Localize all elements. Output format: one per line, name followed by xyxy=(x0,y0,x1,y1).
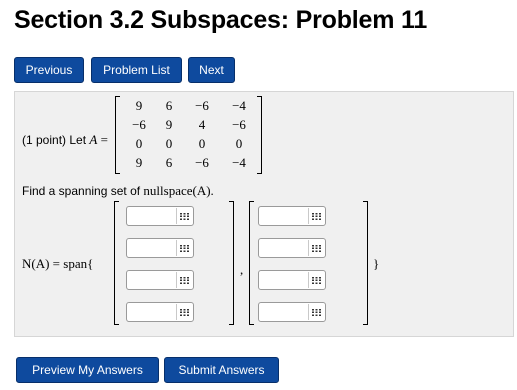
vector-2-entry-3[interactable] xyxy=(258,270,326,290)
matrix-grid-icon[interactable] xyxy=(176,272,192,288)
matrix-cell: 4 xyxy=(198,117,206,132)
matrix-right-bracket xyxy=(257,96,262,174)
matrix-cell: −6 xyxy=(195,155,209,170)
question-text: Find a spanning set of xyxy=(22,184,144,198)
vector-1-left-bracket xyxy=(114,201,119,325)
matrix-cell: −4 xyxy=(232,155,246,170)
previous-button[interactable]: Previous xyxy=(14,57,84,83)
matrix-cell: 0 xyxy=(135,136,143,151)
matrix-grid-icon[interactable] xyxy=(176,208,192,224)
matrix-cell: 9 xyxy=(135,155,143,170)
vector-2-left-bracket xyxy=(249,201,254,325)
next-button[interactable]: Next xyxy=(188,57,235,83)
matrix-cell: 9 xyxy=(165,117,173,132)
page-title: Section 3.2 Subspaces: Problem 11 xyxy=(14,6,428,34)
matrix-grid-icon[interactable] xyxy=(176,240,192,256)
vector-2-entry-2[interactable] xyxy=(258,238,326,258)
matrix-cell: 0 xyxy=(198,136,206,151)
problem-prefix: (1 point) Let xyxy=(22,133,90,147)
matrix-grid-icon[interactable] xyxy=(176,304,192,320)
matrix-cell: 6 xyxy=(165,98,173,113)
preview-answers-button[interactable]: Preview My Answers xyxy=(16,357,159,383)
matrix-cell: −6 xyxy=(195,98,209,113)
matrix-grid-icon[interactable] xyxy=(308,240,324,256)
vector-1-entry-3[interactable] xyxy=(126,270,194,290)
matrix-cell: 0 xyxy=(235,136,243,151)
matrix-cell: −6 xyxy=(132,117,146,132)
matrix-left-bracket xyxy=(115,96,120,174)
vector-1-entry-4[interactable] xyxy=(126,302,194,322)
span-close-brace: } xyxy=(373,256,380,271)
question: Find a spanning set of nullspace(A). xyxy=(22,183,214,199)
matrix-cell: −6 xyxy=(232,117,246,132)
problem-list-button[interactable]: Problem List xyxy=(91,57,182,83)
vector-2-right-bracket xyxy=(363,201,368,325)
question-math: nullspace(A). xyxy=(143,183,214,198)
matrix-a: 9 6 −6 −4 −6 9 4 −6 0 0 0 0 9 6 −6 −4 xyxy=(115,96,262,176)
matrix-cell: 9 xyxy=(135,98,143,113)
equals-sign: = xyxy=(97,132,108,147)
vector-2-entry-4[interactable] xyxy=(258,302,326,322)
vector-1-right-bracket xyxy=(229,201,234,325)
matrix-grid-icon[interactable] xyxy=(308,304,324,320)
submit-answers-button[interactable]: Submit Answers xyxy=(164,357,279,383)
matrix-cell: 0 xyxy=(165,136,173,151)
matrix-cell: −4 xyxy=(232,98,246,113)
vector-1-entry-1[interactable] xyxy=(126,206,194,226)
matrix-grid-icon[interactable] xyxy=(308,272,324,288)
span-label: N(A) = span{ xyxy=(22,256,94,271)
vector-separator: , xyxy=(240,262,244,277)
matrix-cell: 6 xyxy=(165,155,173,170)
matrix-grid-icon[interactable] xyxy=(308,208,324,224)
vector-2-entry-1[interactable] xyxy=(258,206,326,226)
problem-statement: (1 point) Let A = xyxy=(22,132,108,148)
vector-1-entry-2[interactable] xyxy=(126,238,194,258)
